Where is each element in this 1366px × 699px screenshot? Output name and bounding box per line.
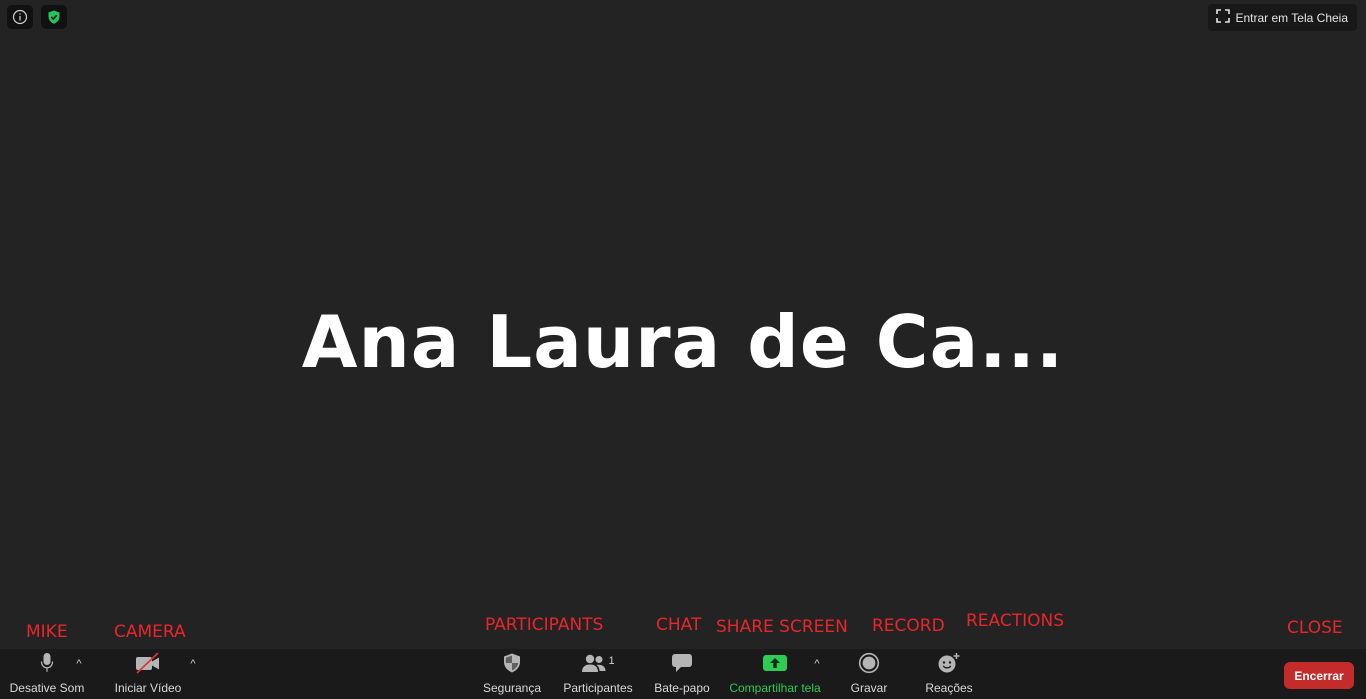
audio-options-caret-icon[interactable]: ^ bbox=[73, 657, 85, 671]
encryption-shield-icon[interactable] bbox=[41, 5, 67, 29]
security-label: Segurança bbox=[482, 681, 542, 695]
participant-name: Ana Laura de Ca... bbox=[301, 300, 1065, 384]
annotation-participants: PARTICIPANTS bbox=[485, 615, 604, 635]
annotation-share-screen: SHARE SCREEN bbox=[716, 617, 848, 637]
microphone-icon bbox=[40, 652, 54, 679]
share-screen-button[interactable]: Compartilhar tela bbox=[726, 649, 824, 699]
chat-bubble-icon bbox=[671, 653, 693, 678]
share-screen-icon bbox=[762, 654, 788, 677]
participants-button[interactable]: 1 Participantes bbox=[560, 649, 636, 699]
fullscreen-label: Entrar em Tela Cheia bbox=[1235, 10, 1349, 25]
camera-off-icon bbox=[134, 651, 162, 679]
fullscreen-icon bbox=[1215, 9, 1230, 26]
annotation-reactions: REACTIONS bbox=[966, 611, 1065, 631]
video-options-caret-icon[interactable]: ^ bbox=[187, 657, 199, 671]
annotation-record: RECORD bbox=[872, 616, 945, 636]
record-icon bbox=[858, 652, 880, 679]
meeting-window: Entrar em Tela Cheia Ana Laura de Ca... … bbox=[0, 0, 1366, 699]
reactions-button[interactable]: Reações bbox=[918, 649, 980, 699]
start-video-button[interactable]: Iniciar Vídeo bbox=[110, 649, 186, 699]
mute-label: Desative Som bbox=[9, 681, 85, 695]
security-shield-icon bbox=[502, 652, 522, 679]
annotation-chat: CHAT bbox=[656, 615, 702, 635]
annotation-close: CLOSE bbox=[1287, 618, 1343, 638]
participants-count: 1 bbox=[608, 655, 615, 667]
start-video-label: Iniciar Vídeo bbox=[114, 681, 182, 695]
chat-button[interactable]: Bate-papo bbox=[648, 649, 716, 699]
record-button[interactable]: Gravar bbox=[840, 649, 898, 699]
record-label: Gravar bbox=[850, 681, 888, 695]
meeting-toolbar: Desative Som ^ Iniciar Vídeo ^ Segurança… bbox=[0, 649, 1366, 699]
reactions-smiley-icon bbox=[937, 652, 961, 679]
annotation-camera: CAMERA bbox=[114, 622, 186, 642]
participants-label: Participantes bbox=[563, 681, 633, 695]
share-options-caret-icon[interactable]: ^ bbox=[811, 657, 823, 671]
participants-icon bbox=[581, 653, 607, 678]
end-meeting-button[interactable]: Encerrar bbox=[1284, 662, 1354, 689]
meeting-info-bar bbox=[7, 5, 67, 29]
chat-label: Bate-papo bbox=[654, 681, 710, 695]
fullscreen-button[interactable]: Entrar em Tela Cheia bbox=[1207, 4, 1357, 31]
annotation-mike: MIKE bbox=[26, 622, 68, 642]
reactions-label: Reações bbox=[925, 681, 973, 695]
security-button[interactable]: Segurança bbox=[478, 649, 546, 699]
share-screen-label: Compartilhar tela bbox=[729, 681, 821, 695]
info-icon[interactable] bbox=[7, 5, 33, 29]
